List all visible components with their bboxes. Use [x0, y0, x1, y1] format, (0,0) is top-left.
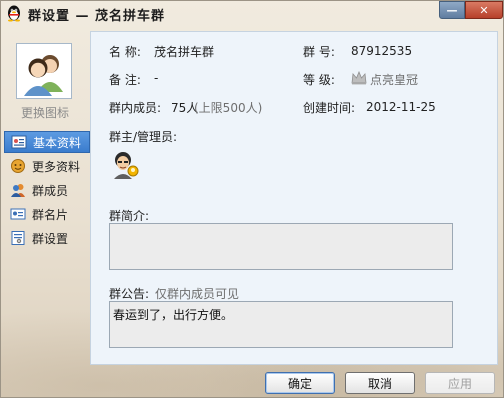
group-number-value: 87912535 — [351, 44, 413, 58]
title-bar: 群设置 — 茂名拼车群 — ✕ — [1, 1, 503, 25]
sidebar-item-namecard[interactable]: 群名片 — [4, 203, 90, 225]
profile-card-icon — [11, 135, 27, 149]
sidebar-item-label: 群设置 — [32, 231, 69, 246]
level-label: 等 级: — [303, 73, 335, 87]
group-people-icon — [19, 46, 69, 96]
window-title: 群设置 — 茂名拼车群 — [28, 9, 166, 24]
members-label: 群内成员: — [109, 101, 162, 115]
qq-penguin-icon — [8, 5, 20, 22]
sidebar-item-group-settings[interactable]: 群设置 — [4, 227, 90, 249]
name-label: 名 称: — [109, 45, 141, 59]
admin-avatar-icon[interactable] — [111, 149, 141, 179]
close-button[interactable]: ✕ — [465, 1, 503, 19]
sidebar-item-label: 群成员 — [32, 183, 69, 198]
members-limit-value: (上限500人) — [194, 101, 263, 115]
group-name-value: 茂名拼车群 — [154, 45, 215, 59]
namecard-icon — [10, 208, 26, 220]
created-time-value: 2012-11-25 — [366, 100, 436, 114]
sidebar-nav: 基本资料 更多资料 群成员 群名片 群设置 — [4, 131, 90, 251]
group-number-label: 群 号: — [303, 45, 335, 59]
notice-hint: 仅群内成员可见 — [155, 287, 240, 301]
sidebar-item-basic-info[interactable]: 基本资料 — [4, 131, 90, 153]
crown-icon — [351, 71, 367, 85]
sidebar-item-label: 更多资料 — [32, 159, 81, 174]
sidebar-item-label: 基本资料 — [33, 135, 82, 150]
notice-label: 群公告: — [109, 287, 150, 301]
more-info-icon — [11, 159, 25, 173]
sidebar-item-members[interactable]: 群成员 — [4, 179, 90, 201]
notice-textbox[interactable]: 春运到了，出行方便。 — [109, 301, 453, 348]
created-time-label: 创建时间: — [303, 101, 356, 115]
admins-label: 群主/管理员: — [109, 130, 178, 144]
sidebar-item-more-info[interactable]: 更多资料 — [4, 155, 90, 177]
members-icon — [11, 184, 25, 197]
change-icon-link[interactable]: 更换图标 — [21, 104, 69, 121]
ok-button[interactable]: 确定 — [265, 372, 335, 394]
settings-icon — [11, 231, 25, 245]
apply-button[interactable]: 应用 — [425, 372, 495, 394]
intro-textbox[interactable] — [109, 223, 453, 270]
group-settings-window: 群设置 — 茂名拼车群 — ✕ 更换图标 基本资料 更多资料 群成员 群名片 群… — [0, 0, 504, 398]
group-avatar[interactable] — [16, 43, 72, 99]
minimize-button[interactable]: — — [439, 1, 465, 19]
level-value[interactable]: 点亮皇冠 — [370, 71, 418, 88]
remark-value: - — [154, 71, 159, 85]
remark-label: 备 注: — [109, 73, 141, 87]
intro-label: 群简介: — [109, 209, 150, 223]
basic-info-panel: 名 称: 茂名拼车群 群 号: 87912535 备 注: - 等 级: 点亮皇… — [90, 31, 498, 365]
cancel-button[interactable]: 取消 — [345, 372, 415, 394]
sidebar-item-label: 群名片 — [32, 207, 69, 222]
